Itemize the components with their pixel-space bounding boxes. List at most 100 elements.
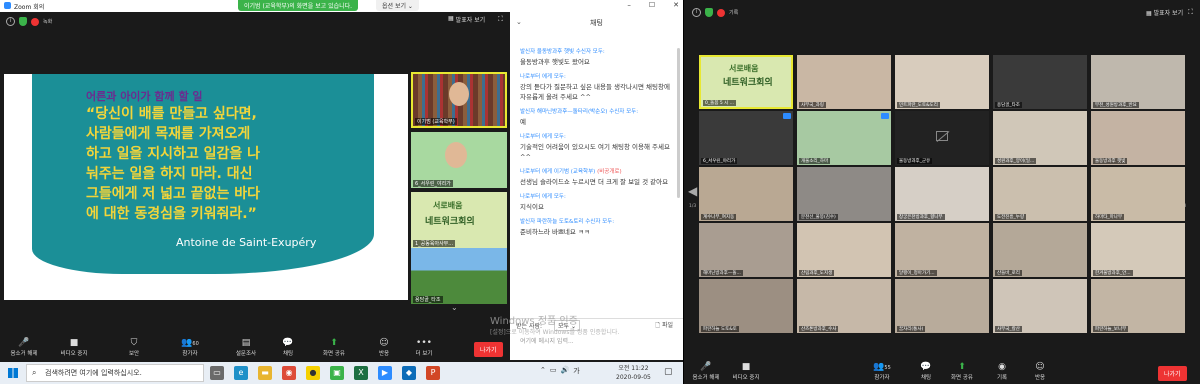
chat-button[interactable]: 💬 채팅: [906, 362, 946, 381]
shield-icon[interactable]: [19, 17, 27, 26]
chat-message-header[interactable]: 나로부터 에게 이기범 (교육학부) (비공개로): [520, 168, 670, 177]
leave-meeting-button[interactable]: 나가기: [474, 342, 503, 357]
gallery-tile[interactable]: 민트파란_도토&도리: [895, 55, 989, 109]
gallery-tile[interactable]: 계수나무_여지동: [699, 167, 793, 221]
gallery-tile[interactable]: 성원과후_양이(일...: [993, 111, 1087, 165]
excel-icon[interactable]: X: [354, 366, 368, 380]
leave-meeting-button[interactable]: 나가기: [1158, 366, 1187, 381]
video-tile[interactable]: 서로배움 네트워크회의 1_공동육아사무...: [411, 192, 507, 248]
chevron-up-icon[interactable]: ⌃: [540, 366, 546, 376]
close-icon[interactable]: ✕: [673, 1, 679, 9]
chat-message-header[interactable]: 발신자 해마닌방과후—돌타리(박순오) 수신자 모두:: [520, 108, 670, 117]
speaker-view-button[interactable]: ▦ 발표자 보기: [448, 15, 485, 24]
polls-button[interactable]: ▤ 설문조사: [226, 338, 266, 357]
gallery-tile[interactable]: 울동방과후 햇빛: [1091, 111, 1185, 165]
video-tile[interactable]: 용담골_타조: [411, 248, 507, 304]
share-screen-button[interactable]: ⬆ 화면 공유: [314, 338, 354, 357]
tile-name: 울동방과후 햇빛: [1093, 158, 1128, 164]
tile-name: 산들바_로리: [995, 270, 1022, 276]
more-options-icon[interactable]: [783, 113, 791, 119]
gallery-tile[interactable]: 꿈자리(통사): [895, 279, 989, 333]
record-button[interactable]: ◉ 기록: [982, 362, 1022, 381]
windows-start-icon[interactable]: [8, 368, 18, 378]
file-explorer-icon[interactable]: ▬: [258, 366, 272, 380]
stop-video-label: 비디오 중지: [60, 351, 88, 357]
video-tile[interactable]: 6_서우린_야리가: [411, 132, 507, 188]
gallery-tile[interactable]: 서로배움 네트워크회의 0_돌봄 5 시 ...: [699, 55, 793, 109]
security-button[interactable]: ⛉ 보안: [114, 338, 154, 357]
chevron-down-icon[interactable]: ⌄: [451, 303, 458, 312]
volume-icon[interactable]: 🔊: [561, 366, 570, 376]
gallery-tile[interactable]: 산즈톤방과후_수사: [797, 279, 891, 333]
gallery-tile[interactable]: 파란하늘_보나무: [1091, 279, 1185, 333]
unmute-button[interactable]: 🎤 음소거 해제: [4, 338, 44, 357]
stop-video-button[interactable]: ■ 비디오 중지: [54, 338, 94, 357]
chat-input[interactable]: 여기에 메시지 입력...: [520, 336, 574, 345]
gallery-tile[interactable]: 파란하늘 도토&토: [699, 279, 793, 333]
fullscreen-icon[interactable]: ⛶: [1188, 8, 1193, 17]
edge-icon[interactable]: e: [234, 366, 248, 380]
gallery-tile[interactable]: 개울소리_하마: [797, 111, 891, 165]
speaker-view-button[interactable]: ▦ 발표자 보기: [1146, 8, 1183, 17]
reactions-button[interactable]: ☺ 반응: [1020, 362, 1060, 381]
gallery-tile[interactable]: 산림과후_도지생: [797, 223, 891, 277]
gallery-tile[interactable]: 부천_성원방과후_반요: [1091, 55, 1185, 109]
notification-icon[interactable]: ▢: [664, 367, 673, 377]
polls-label: 설문조사: [235, 351, 257, 357]
gallery-tile[interactable]: 산들바_로리: [993, 223, 1087, 277]
chat-scrollbar[interactable]: [677, 48, 680, 198]
gallery-tile[interactable]: 도전진흥_누량: [993, 167, 1087, 221]
minimize-icon[interactable]: –: [627, 1, 631, 9]
gallery-tile[interactable]: 6_서우린_야리가: [699, 111, 793, 165]
powerpoint-icon[interactable]: P: [426, 366, 440, 380]
gallery-tile[interactable]: 용담골_타조: [993, 55, 1087, 109]
gallery-tile[interactable]: 창궁은천방과후_향나무: [895, 167, 989, 221]
more-options-icon[interactable]: [881, 113, 889, 119]
ime-indicator[interactable]: 가: [573, 366, 579, 376]
taskbar-search-input[interactable]: ⌕ 검색하려면 여기에 입력하십시오.: [26, 364, 204, 382]
chat-message-header[interactable]: 나로부터 에게 모두:: [520, 193, 670, 202]
participants-button[interactable]: 👥60 참가자: [170, 338, 210, 357]
video-tile-active-speaker[interactable]: 이기범 (교육학부): [411, 72, 507, 128]
info-icon[interactable]: i: [692, 8, 701, 17]
gallery-tile[interactable]: 하마타_마나무: [1091, 167, 1185, 221]
kakaotalk-icon[interactable]: ●: [306, 366, 320, 380]
taskbar-clock[interactable]: 오전 11:22 2020-09-05: [616, 364, 651, 382]
shared-screen-slide: 어른과 아이가 함께 할 일 “당신이 배를 만들고 싶다면, 사람들에게 목재…: [4, 74, 408, 300]
chat-message-header[interactable]: 발신자 울동방과후 햇빛 수신자 모두:: [520, 48, 670, 57]
more-button[interactable]: ••• 더 보기: [404, 338, 444, 357]
shield-icon[interactable]: [705, 8, 713, 17]
chat-message-header[interactable]: 나로부터 에게 모두:: [520, 133, 670, 142]
info-icon[interactable]: i: [6, 17, 15, 26]
maximize-icon[interactable]: ☐: [649, 1, 655, 9]
video-tile-name: 용담골_타조: [413, 296, 443, 303]
polls-icon: ▤: [241, 338, 251, 348]
line-icon[interactable]: ▣: [330, 366, 344, 380]
unmute-button[interactable]: 🎤 음소거 해제: [686, 362, 726, 381]
gallery-tile[interactable]: 해마닌방과후—돌...: [699, 223, 793, 277]
fullscreen-icon[interactable]: ⛶: [498, 15, 503, 24]
more-label: 더 보기: [415, 351, 433, 357]
chat-message-header[interactable]: 발신자 파란하늘 도토&토리 수신자 모두:: [520, 218, 670, 227]
gallery-tile[interactable]: 한겨울방과후_안...: [1091, 223, 1185, 277]
zoom-icon[interactable]: ▶: [378, 366, 392, 380]
network-icon[interactable]: ▭: [550, 366, 557, 376]
slide-author: Antoine de Saint-Exupéry: [176, 236, 317, 249]
reactions-button[interactable]: ☺ 반응: [364, 338, 404, 357]
gallery-tile[interactable]: 분천선_물봉(김수): [797, 167, 891, 221]
stop-video-button[interactable]: ■ 비디오 중지: [726, 362, 766, 381]
chrome-icon[interactable]: ◉: [282, 366, 296, 380]
chat-button[interactable]: 💬 채팅: [268, 338, 308, 357]
gallery-tile[interactable]: 사무국_과링: [797, 55, 891, 109]
share-screen-button[interactable]: ⬆ 화면 공유: [942, 362, 982, 381]
file-button[interactable]: 🗋 파일: [655, 320, 673, 331]
app-icon[interactable]: ◆: [402, 366, 416, 380]
task-view-icon[interactable]: ▭: [210, 366, 224, 380]
gallery-tile[interactable]: 울동방과후_군유: [895, 111, 989, 165]
chat-message-header[interactable]: 나로부터 에게 모두:: [520, 73, 670, 82]
participants-button[interactable]: 👥55 참가자: [862, 362, 902, 381]
gallery-tile[interactable]: 사무국_칼산: [993, 279, 1087, 333]
gallery-tile[interactable]: 달팽이_청아가기...: [895, 223, 989, 277]
previous-page-icon[interactable]: ◀: [688, 184, 697, 198]
view-options-button[interactable]: 옵션 보기 ⌄: [376, 0, 419, 11]
